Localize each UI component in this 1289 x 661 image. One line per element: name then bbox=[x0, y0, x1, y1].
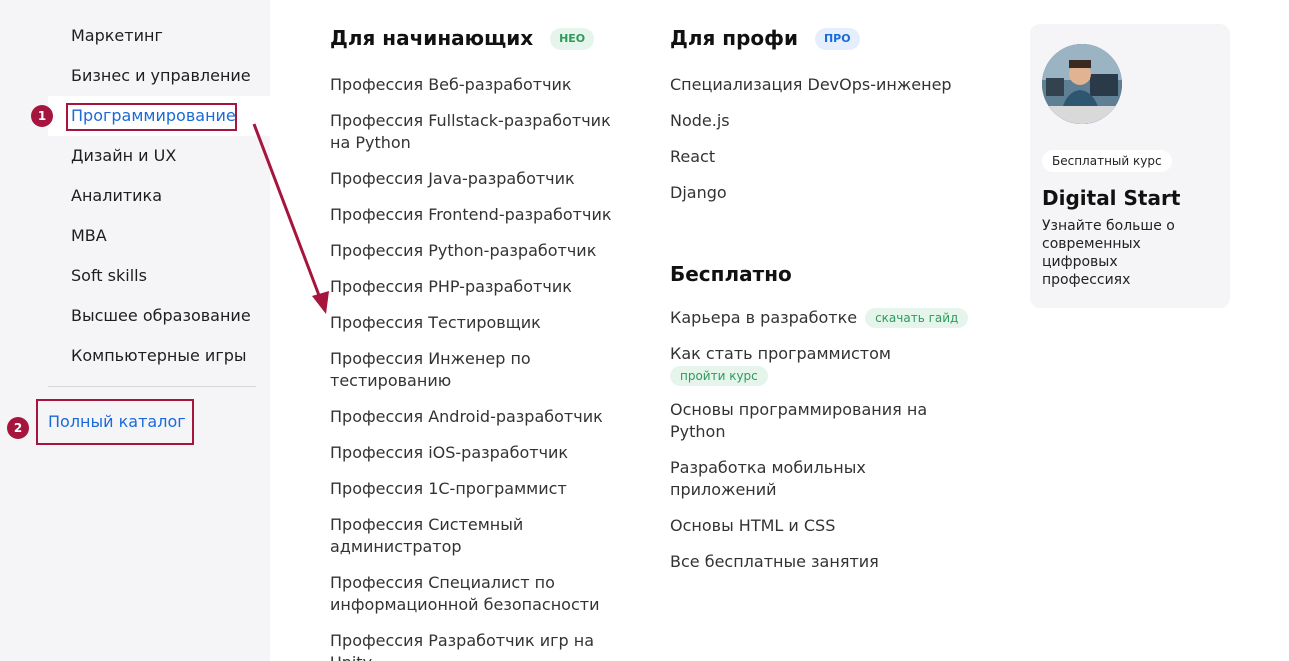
course-link[interactable]: Профессия Android-разработчик bbox=[330, 406, 630, 428]
beginners-heading: Для начинающих НЕО bbox=[330, 25, 595, 51]
neo-badge: НЕО bbox=[550, 28, 595, 50]
free-course-link[interactable]: Карьера в разработке скачать гайд bbox=[670, 307, 970, 329]
course-link[interactable]: Профессия Frontend-разработчик bbox=[330, 204, 630, 226]
course-link[interactable]: Профессия PHP-разработчик bbox=[330, 276, 630, 298]
promo-card[interactable]: Бесплатный курс Digital Start Узнайте бо… bbox=[1030, 24, 1230, 308]
sidebar-item-business[interactable]: Бизнес и управление bbox=[71, 66, 251, 86]
free-course-link[interactable]: Основы программирования на Python bbox=[670, 399, 930, 443]
sidebar-item-marketing[interactable]: Маркетинг bbox=[71, 26, 163, 46]
free-course-badge: Бесплатный курс bbox=[1042, 150, 1172, 172]
sidebar-item-soft-skills[interactable]: Soft skills bbox=[71, 266, 147, 286]
free-course-link[interactable]: Все бесплатные занятия bbox=[670, 551, 970, 573]
course-link[interactable]: Профессия iOS-разработчик bbox=[330, 442, 630, 464]
pros-title: Для профи bbox=[670, 26, 798, 50]
free-title: Бесплатно bbox=[670, 262, 792, 286]
course-link[interactable]: Профессия Разработчик игр на Unity bbox=[330, 630, 630, 661]
free-course-link[interactable]: Как стать программистом пройти курс bbox=[670, 343, 970, 387]
sidebar-item-analytics[interactable]: Аналитика bbox=[71, 186, 162, 206]
category-sidebar: Маркетинг Бизнес и управление Программир… bbox=[0, 0, 270, 661]
download-guide-tag[interactable]: скачать гайд bbox=[865, 308, 969, 328]
course-link[interactable]: Профессия Java-разработчик bbox=[330, 168, 630, 190]
course-link[interactable]: Профессия Python-разработчик bbox=[330, 240, 630, 262]
instructor-photo bbox=[1042, 44, 1122, 124]
highlight-box-catalog bbox=[36, 399, 194, 445]
free-course-link[interactable]: Основы HTML и CSS bbox=[670, 515, 970, 537]
promo-title: Digital Start bbox=[1042, 186, 1181, 210]
course-link[interactable]: Django bbox=[670, 182, 970, 204]
sidebar-item-higher-education[interactable]: Высшее образование bbox=[71, 306, 251, 326]
step-marker-1: 1 bbox=[31, 105, 53, 127]
course-link[interactable]: Профессия Специалист по информационной б… bbox=[330, 572, 600, 616]
take-course-tag[interactable]: пройти курс bbox=[670, 366, 768, 386]
beginners-links: Профессия Веб-разработчик Профессия Full… bbox=[330, 74, 630, 661]
sidebar-item-mba[interactable]: MBA bbox=[71, 226, 107, 246]
course-link[interactable]: Node.js bbox=[670, 110, 970, 132]
free-course-label: Карьера в разработке bbox=[670, 308, 858, 327]
free-links: Карьера в разработке скачать гайд Как ста… bbox=[670, 307, 970, 587]
course-link[interactable]: Специализация DevOps-инженер bbox=[670, 74, 970, 96]
free-course-label: Как стать программистом bbox=[670, 344, 891, 363]
course-link[interactable]: Профессия Системный администратор bbox=[330, 514, 550, 558]
sidebar-item-games[interactable]: Компьютерные игры bbox=[71, 346, 247, 366]
course-link[interactable]: Профессия 1С-программист bbox=[330, 478, 630, 500]
step-marker-2: 2 bbox=[7, 417, 29, 439]
highlight-box-programming bbox=[66, 103, 237, 131]
pros-heading: Для профи ПРО bbox=[670, 25, 860, 51]
course-link[interactable]: Профессия Веб-разработчик bbox=[330, 74, 630, 96]
beginners-title: Для начинающих bbox=[330, 26, 534, 50]
sidebar-item-design[interactable]: Дизайн и UX bbox=[71, 146, 176, 166]
course-link[interactable]: React bbox=[670, 146, 970, 168]
pro-badge: ПРО bbox=[814, 28, 860, 50]
pros-links: Специализация DevOps-инженер Node.js Rea… bbox=[670, 74, 970, 218]
course-link[interactable]: Профессия Fullstack-разработчик на Pytho… bbox=[330, 110, 630, 154]
sidebar-divider bbox=[48, 386, 256, 387]
course-link[interactable]: Профессия Инженер по тестированию bbox=[330, 348, 560, 392]
course-link[interactable]: Профессия Тестировщик bbox=[330, 312, 630, 334]
promo-description: Узнайте больше о современных цифровых пр… bbox=[1042, 218, 1175, 288]
free-course-link[interactable]: Разработка мобильных приложений bbox=[670, 457, 970, 501]
